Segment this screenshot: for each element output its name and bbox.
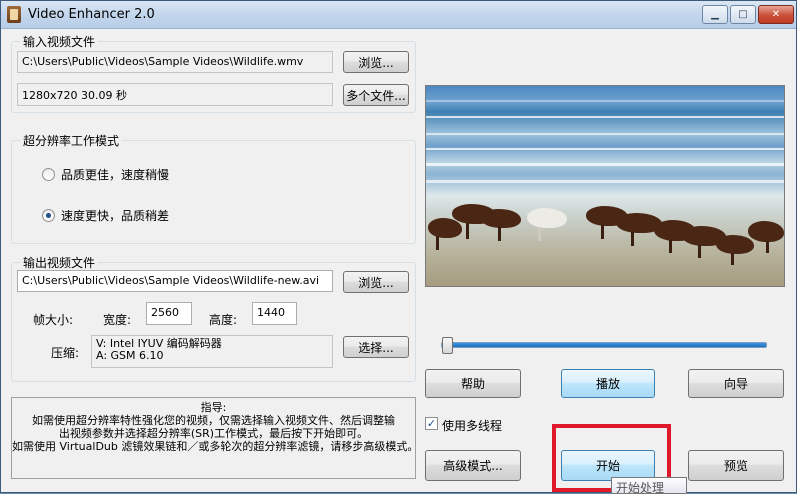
- compression-audio-codec: A: GSM 6.10: [96, 349, 164, 362]
- horse-leg: [436, 236, 439, 250]
- output-browse-button[interactable]: 浏览...: [343, 271, 409, 293]
- playback-slider-thumb[interactable]: [442, 337, 453, 354]
- wave: [426, 163, 784, 166]
- wave: [426, 133, 784, 135]
- compression-field: V: Intel IYUV 编码解码器 A: GSM 6.10: [91, 335, 333, 368]
- app-icon: [7, 6, 21, 23]
- input-group-title: 输入视频文件: [20, 33, 99, 50]
- width-input[interactable]: 2560: [146, 302, 192, 325]
- horse-leg: [601, 225, 604, 239]
- maximize-button[interactable]: □: [730, 5, 756, 24]
- video-preview: [425, 85, 785, 287]
- height-input[interactable]: 1440: [252, 302, 297, 325]
- output-path-field[interactable]: C:\Users\Public\Videos\Sample Videos\Wil…: [17, 270, 333, 292]
- compression-label: 压缩:: [51, 346, 80, 360]
- check-icon: ✓: [426, 417, 437, 430]
- play-button[interactable]: 播放: [561, 369, 655, 398]
- horse: [748, 221, 784, 242]
- input-info-field: 1280x720 30.09 秒: [17, 83, 333, 106]
- horse-leg: [538, 227, 541, 241]
- main-window: Video Enhancer 2.0 ▁ □ ✕ 输入视频文件 C:\Users…: [0, 0, 797, 494]
- playback-slider[interactable]: [441, 342, 767, 348]
- multithread-label[interactable]: 使用多线程: [442, 417, 502, 434]
- help-button[interactable]: 帮助: [425, 369, 521, 398]
- mode-speed-option[interactable]: 速度更快，品质稍差: [42, 207, 169, 224]
- width-label: 宽度:: [103, 313, 132, 327]
- preview-button[interactable]: 预览: [688, 450, 784, 481]
- title-bar[interactable]: Video Enhancer 2.0 ▁ □ ✕: [1, 1, 796, 29]
- help-line: 如需使用 VirtualDub 滤镜效果链和／或多轮次的超分辨率滤镜，请移步高级…: [12, 440, 415, 453]
- mode-quality-option[interactable]: 品质更佳，速度稍慢: [42, 166, 169, 183]
- horse-leg: [669, 240, 672, 253]
- wave: [426, 116, 784, 118]
- wizard-button[interactable]: 向导: [688, 369, 784, 398]
- help-line: 出视频参数并选择超分辨率(SR)工作模式，最后按下开始即可。: [58, 427, 369, 440]
- minimize-icon: ▁: [711, 9, 719, 20]
- wave: [426, 180, 784, 183]
- multithread-checkbox[interactable]: ✓: [425, 417, 438, 430]
- output-group-title: 输出视频文件: [20, 254, 99, 271]
- horse-leg: [766, 241, 769, 253]
- mode-group-title: 超分辨率工作模式: [20, 132, 123, 149]
- horse: [481, 209, 521, 228]
- close-button[interactable]: ✕: [758, 5, 794, 24]
- mode-quality-label: 品质更佳，速度稍慢: [61, 168, 170, 182]
- horse-leg: [498, 227, 501, 241]
- advanced-mode-button[interactable]: 高级模式...: [425, 450, 521, 481]
- window-title: Video Enhancer 2.0: [28, 7, 155, 22]
- minimize-button[interactable]: ▁: [702, 5, 728, 24]
- maximize-icon: □: [738, 9, 748, 20]
- close-icon: ✕: [771, 9, 781, 20]
- white-horse: [527, 208, 567, 228]
- multiple-files-button[interactable]: 多个文件...: [343, 84, 409, 106]
- help-line: 如需使用超分辨率特性强化您的视频，仅需选择输入视频文件、然后调整输: [32, 414, 395, 427]
- horse-leg: [631, 232, 634, 246]
- horse: [716, 235, 754, 254]
- radio-quality[interactable]: [42, 168, 55, 181]
- sr-mode-group: 超分辨率工作模式: [11, 132, 416, 244]
- help-title: 指导:: [200, 401, 227, 414]
- horse-leg: [466, 223, 469, 239]
- mode-speed-label: 速度更快，品质稍差: [61, 209, 170, 223]
- frame-size-label: 帧大小:: [33, 313, 74, 327]
- help-text-box: 指导: 如需使用超分辨率特性强化您的视频，仅需选择输入视频文件、然后调整输 出视…: [11, 397, 416, 479]
- radio-speed[interactable]: [42, 209, 55, 222]
- choose-codec-button[interactable]: 选择...: [343, 336, 409, 358]
- horse-leg: [731, 253, 734, 265]
- horse: [428, 218, 462, 238]
- input-browse-button[interactable]: 浏览...: [343, 51, 409, 73]
- horse-leg: [698, 245, 701, 258]
- height-label: 高度:: [209, 313, 238, 327]
- input-path-field: C:\Users\Public\Videos\Sample Videos\Wil…: [17, 51, 333, 73]
- wave: [426, 100, 784, 102]
- wave: [426, 148, 784, 150]
- start-tooltip: 开始处理: [611, 477, 687, 494]
